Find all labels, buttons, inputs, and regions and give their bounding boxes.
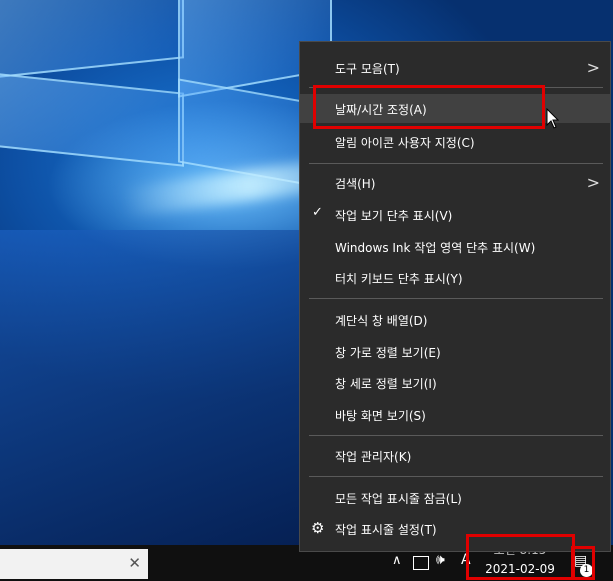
- gear-icon: ⚙: [311, 519, 325, 537]
- menu-item-label: Windows Ink 작업 영역 단추 표시(W): [335, 241, 536, 255]
- menu-item-show-touch-keyboard-button[interactable]: 터치 키보드 단추 표시(Y): [300, 263, 610, 292]
- wallpaper-floor: [0, 230, 300, 550]
- chevron-right-icon: >: [586, 173, 600, 192]
- menu-item-label: 검색(H): [335, 177, 376, 191]
- wallpaper-window-pane: [0, 71, 184, 167]
- menu-item-label: 작업 관리자(K): [335, 450, 412, 464]
- menu-item-label: 도구 모음(T): [335, 62, 400, 76]
- menu-item-task-manager[interactable]: 작업 관리자(K): [300, 441, 610, 470]
- menu-item-label: 창 세로 정렬 보기(I): [335, 377, 437, 391]
- menu-item-label: 터치 키보드 단추 표시(Y): [335, 272, 463, 286]
- menu-item-label: 작업 보기 단추 표시(V): [335, 209, 453, 223]
- network-icon[interactable]: [413, 556, 429, 570]
- menu-item-show-desktop[interactable]: 바탕 화면 보기(S): [300, 400, 610, 429]
- menu-item-label: 바탕 화면 보기(S): [335, 409, 426, 423]
- show-hidden-icons-chevron-icon[interactable]: ∧: [392, 553, 402, 568]
- menu-separator: [309, 298, 603, 299]
- menu-item-label: 작업 표시줄 설정(T): [335, 523, 437, 537]
- checkmark-icon: ✓: [312, 205, 323, 220]
- menu-item-label: 알림 아이콘 사용자 지정(C): [335, 136, 475, 150]
- menu-item-customize-notification-icons[interactable]: 알림 아이콘 사용자 지정(C): [300, 127, 610, 156]
- taskbar-search-box[interactable]: ✕: [0, 549, 148, 579]
- menu-separator: [309, 435, 603, 436]
- menu-separator: [309, 476, 603, 477]
- highlight-box: [571, 546, 595, 580]
- menu-item-lock-all-taskbars[interactable]: 모든 작업 표시줄 잠금(L): [300, 483, 610, 512]
- menu-item-search[interactable]: 검색(H) >: [300, 168, 610, 197]
- menu-item-show-windows-side-by-side[interactable]: 창 세로 정렬 보기(I): [300, 368, 610, 397]
- highlight-box: [466, 534, 575, 580]
- close-icon[interactable]: ✕: [128, 554, 141, 572]
- menu-item-show-windows-ink-button[interactable]: Windows Ink 작업 영역 단추 표시(W): [300, 232, 610, 261]
- menu-separator: [309, 163, 603, 164]
- volume-icon[interactable]: 🕪: [436, 552, 445, 568]
- menu-item-cascade-windows[interactable]: 계단식 창 배열(D): [300, 305, 610, 334]
- menu-item-toolbars[interactable]: 도구 모음(T) >: [300, 53, 610, 82]
- menu-item-show-windows-stacked[interactable]: 창 가로 정렬 보기(E): [300, 337, 610, 366]
- chevron-right-icon: >: [586, 58, 600, 77]
- menu-item-show-task-view-button[interactable]: ✓ 작업 보기 단추 표시(V): [300, 200, 610, 229]
- menu-item-label: 모든 작업 표시줄 잠금(L): [335, 492, 462, 506]
- wallpaper-window-pane: [0, 0, 184, 80]
- mouse-cursor-icon: [546, 108, 560, 129]
- highlight-box: [313, 85, 545, 129]
- menu-item-label: 창 가로 정렬 보기(E): [335, 346, 441, 360]
- menu-item-label: 계단식 창 배열(D): [335, 314, 428, 328]
